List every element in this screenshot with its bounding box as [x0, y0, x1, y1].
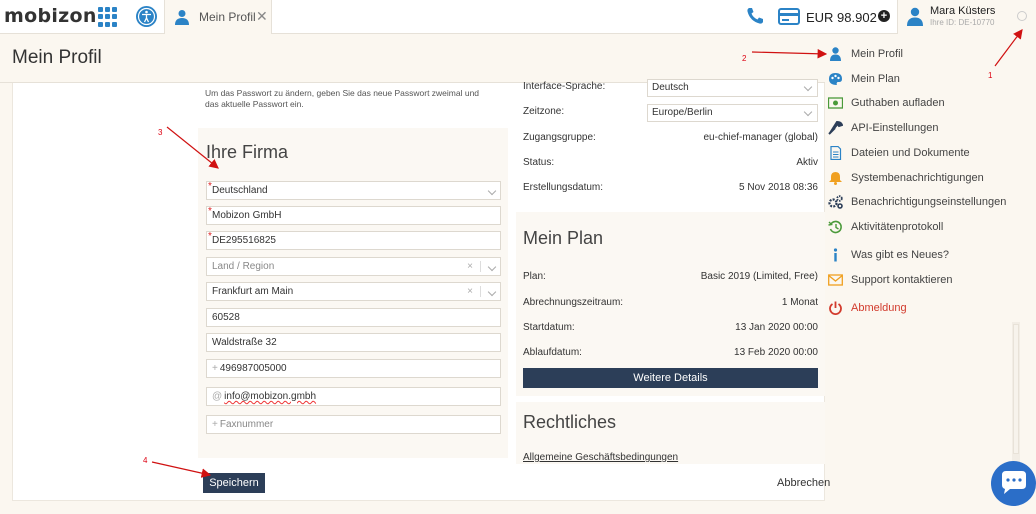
annotation-label: 2 — [742, 54, 747, 63]
annotation-label: 4 — [143, 456, 148, 465]
annotation-label: 1 — [988, 71, 993, 80]
annotation-arrow-4 — [151, 461, 212, 478]
scrollbar-thumb[interactable] — [1013, 324, 1019, 454]
annotation-arrow-1 — [994, 29, 1023, 67]
chat-bubble-icon — [1002, 471, 1026, 494]
annotation-arrow-3 — [166, 126, 219, 169]
annotation-arrows — [151, 29, 1023, 478]
annotation-arrow-2 — [751, 48, 828, 59]
annotation-label: 3 — [158, 128, 163, 137]
chat-button[interactable] — [991, 461, 1036, 506]
